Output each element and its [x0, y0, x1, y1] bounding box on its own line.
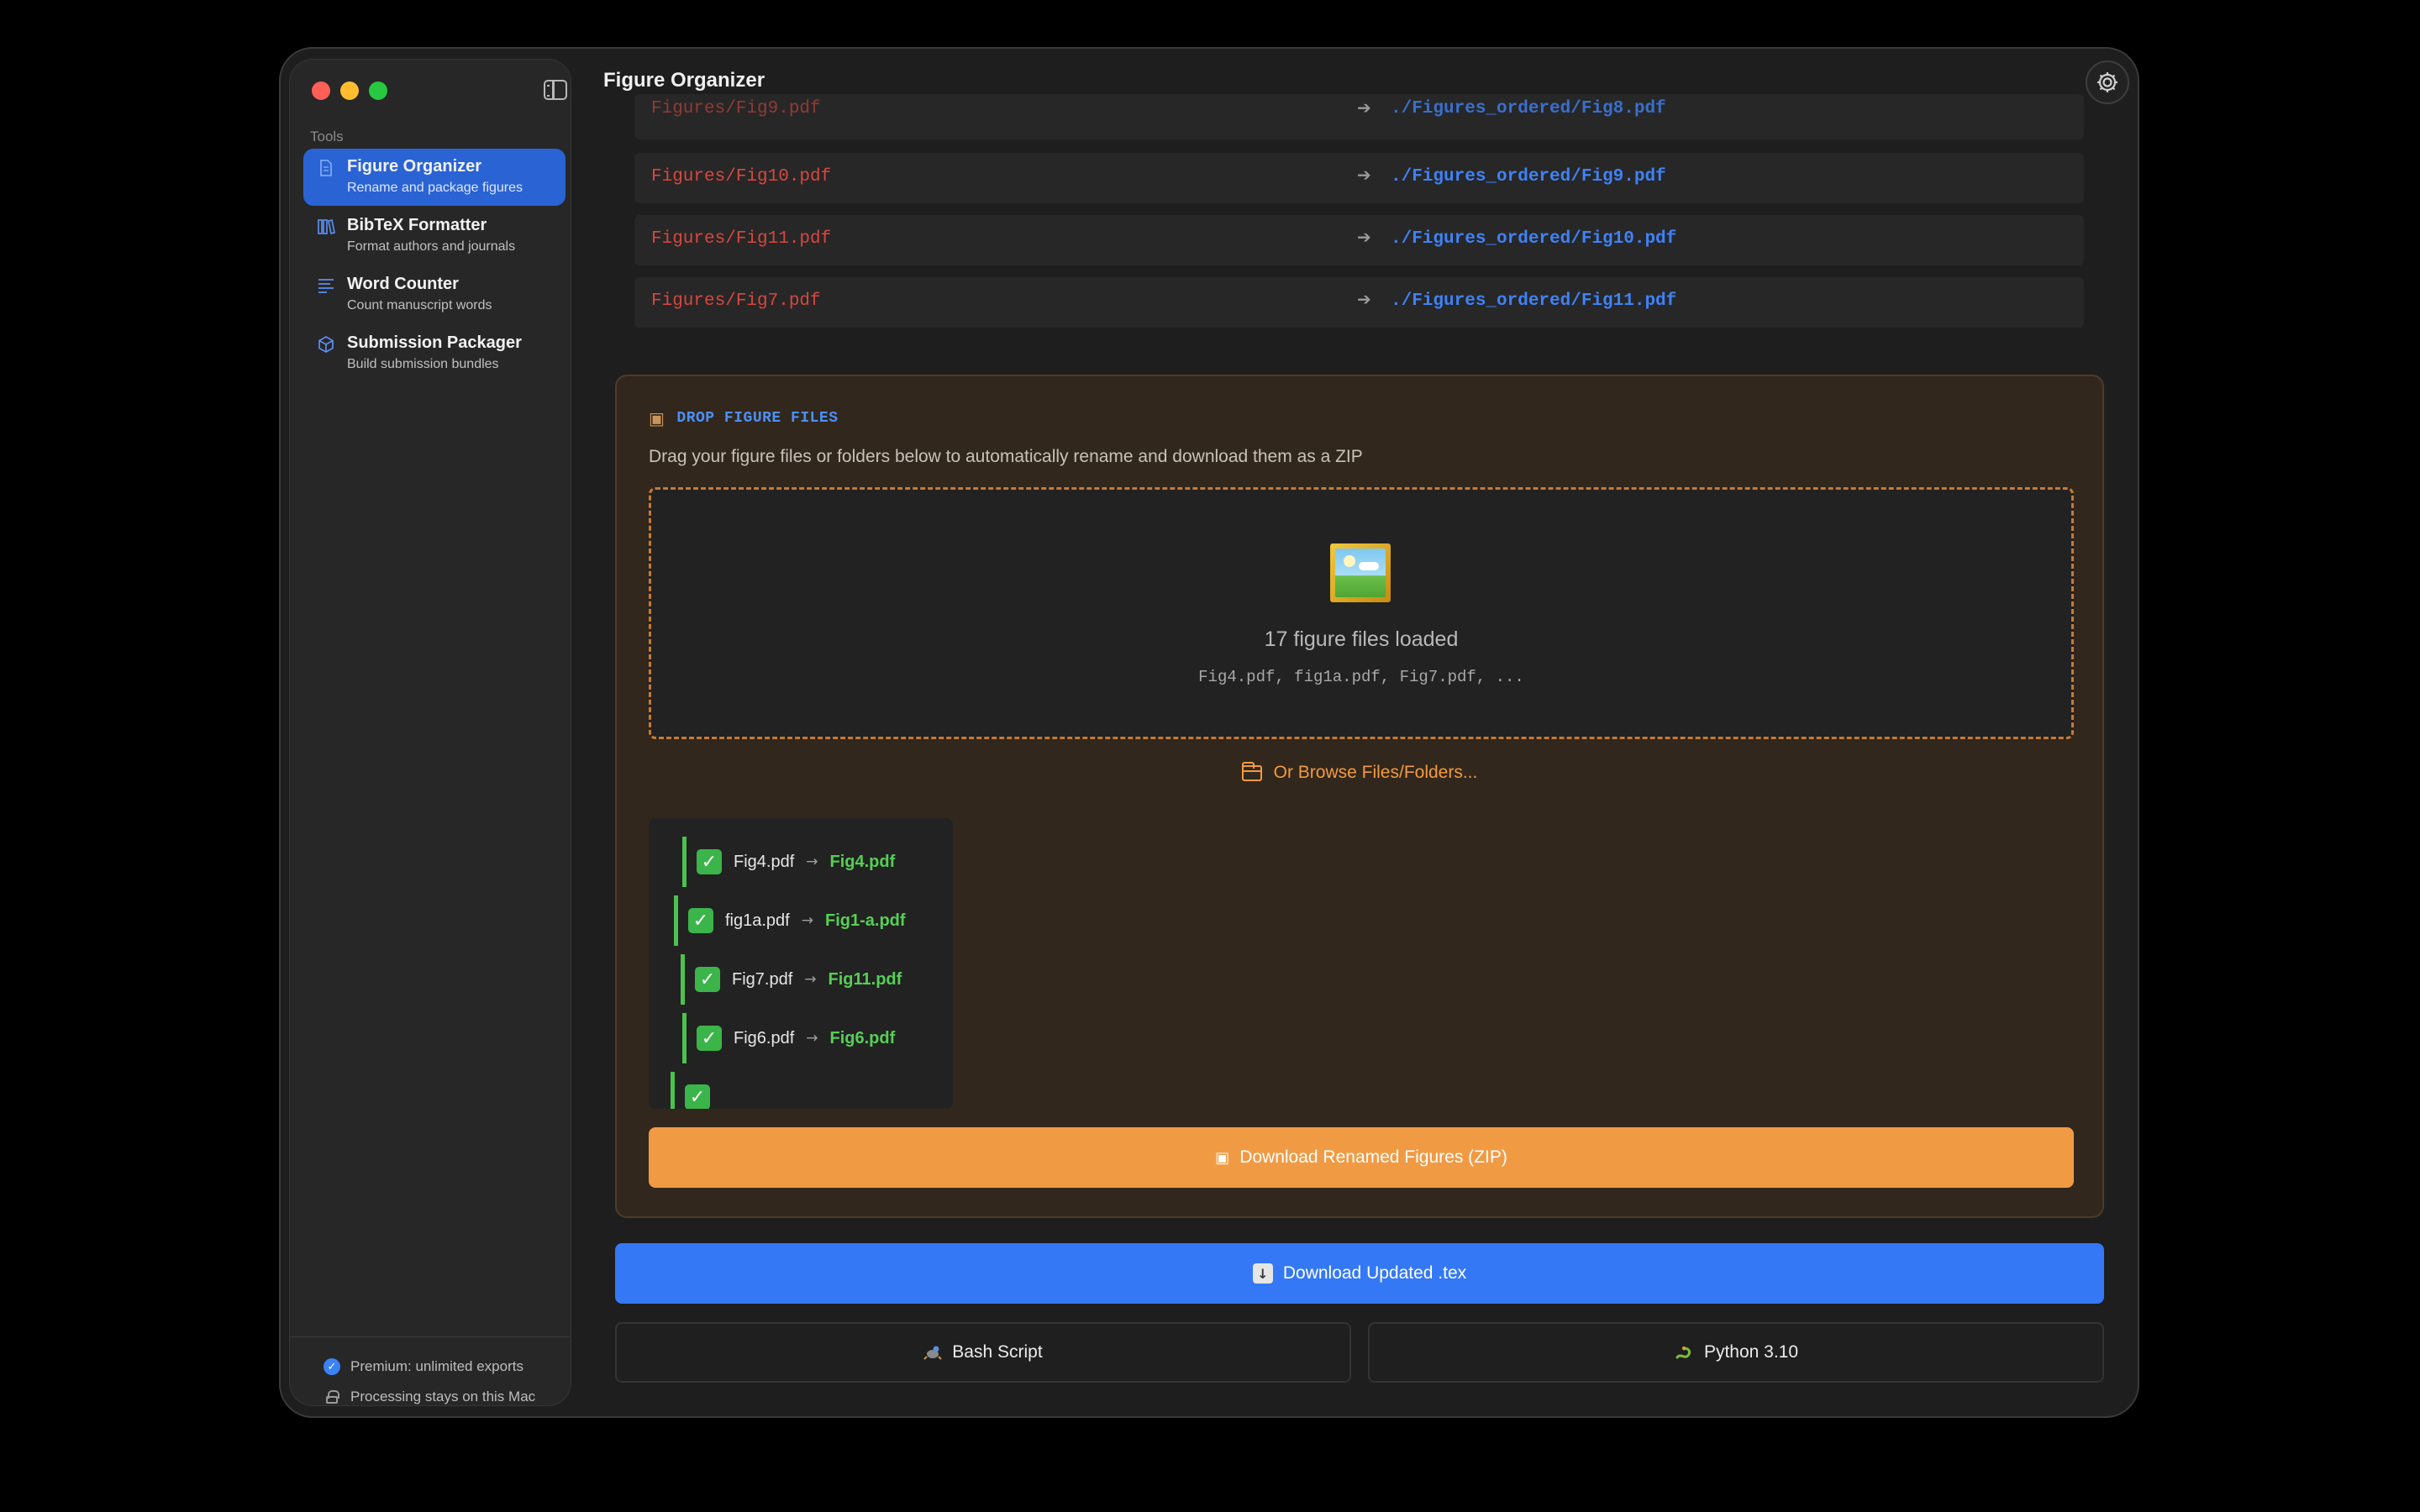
- text-lines-icon: [318, 279, 334, 293]
- gear-icon: [2097, 72, 2118, 92]
- premium-status-text: Premium: unlimited exports: [350, 1358, 523, 1374]
- sidebar-item-subtitle: Rename and package figures: [347, 181, 523, 195]
- sidebar-toggle-icon[interactable]: [544, 80, 567, 100]
- browse-files-link[interactable]: Or Browse Files/Folders...: [617, 761, 2102, 783]
- folder-icon: [1241, 761, 1262, 781]
- zoom-window-button[interactable]: [369, 81, 387, 100]
- settings-button[interactable]: [2086, 60, 2129, 104]
- books-icon: [318, 218, 335, 235]
- drop-heading-text: DROP FIGURE FILES: [676, 410, 839, 427]
- privacy-note: Processing stays on this Mac: [324, 1389, 535, 1405]
- arrow-icon: ➔: [1357, 165, 1371, 185]
- list-item: ✓ Fig4.pdf → Fig4.pdf: [682, 837, 895, 887]
- list-item: ✓: [671, 1072, 710, 1109]
- bash-script-label: Bash Script: [952, 1342, 1043, 1362]
- download-tex-button[interactable]: ↓ Download Updated .tex: [615, 1243, 2104, 1304]
- close-window-button[interactable]: [312, 81, 330, 100]
- download-arrow-icon: ↓: [1252, 1263, 1273, 1284]
- sidebar-section-label: Tools: [310, 129, 344, 144]
- sidebar-item-word-counter[interactable]: Word Counter Count manuscript words: [303, 266, 566, 323]
- list-item: ✓ Fig6.pdf → Fig6.pdf: [682, 1013, 895, 1063]
- mapping-row: Figures/Fig7.pdf ➔ ./Figures_ordered/Fig…: [634, 277, 2084, 328]
- target-path: ./Figures_ordered/Fig9.pdf: [1391, 167, 1666, 186]
- sidebar-item-subtitle: Count manuscript words: [347, 298, 492, 312]
- bash-icon: [923, 1346, 943, 1360]
- arrow-icon: →: [806, 853, 818, 870]
- arrow-icon: →: [806, 1030, 818, 1047]
- browse-files-label: Or Browse Files/Folders...: [1273, 763, 1478, 782]
- renamed-filename: Fig11.pdf: [828, 969, 902, 989]
- mapping-row: Figures/Fig10.pdf ➔ ./Figures_ordered/Fi…: [634, 153, 2084, 203]
- check-mark-icon: ✓: [695, 967, 720, 992]
- download-tex-label: Download Updated .tex: [1282, 1263, 1467, 1283]
- file-dropzone[interactable]: 17 figure files loaded Fig4.pdf, fig1a.p…: [649, 487, 2074, 739]
- original-filename: Fig4.pdf: [734, 852, 795, 871]
- sidebar-item-title: BibTeX Formatter: [347, 216, 487, 234]
- arrow-icon: ➔: [1357, 97, 1371, 118]
- rename-results-list[interactable]: ✓ Fig4.pdf → Fig4.pdf ✓ fig1a.pdf → Fig1…: [649, 818, 953, 1109]
- arrow-icon: →: [801, 912, 813, 929]
- sidebar-item-subtitle: Build submission bundles: [347, 357, 499, 371]
- check-mark-icon: ✓: [697, 1026, 722, 1051]
- original-filename: Fig7.pdf: [732, 969, 793, 989]
- arrow-icon: →: [804, 971, 817, 988]
- python-script-button[interactable]: Python 3.10: [1368, 1322, 2104, 1383]
- sidebar-item-figure-organizer[interactable]: Figure Organizer Rename and package figu…: [303, 149, 566, 206]
- loaded-files-preview: Fig4.pdf, fig1a.pdf, Fig7.pdf, ...: [1198, 668, 1524, 686]
- minimize-window-button[interactable]: [340, 81, 359, 100]
- verified-check-icon: ✓: [324, 1358, 340, 1375]
- download-zip-label: Download Renamed Figures (ZIP): [1239, 1147, 1507, 1167]
- mapping-row: Figures/Fig9.pdf ➔ ./Figures_ordered/Fig…: [634, 94, 2084, 139]
- sidebar-item-title: Word Counter: [347, 275, 459, 293]
- target-path: ./Figures_ordered/Fig8.pdf: [1391, 99, 1666, 118]
- check-mark-icon: ✓: [688, 908, 713, 933]
- list-item: ✓ fig1a.pdf → Fig1-a.pdf: [674, 895, 906, 946]
- sidebar-divider: [290, 1336, 571, 1337]
- sidebar-item-submission-packager[interactable]: Submission Packager Build submission bun…: [303, 325, 566, 382]
- sidebar-item-title: Figure Organizer: [347, 157, 482, 176]
- snake-icon: [1676, 1346, 1691, 1359]
- python-script-label: Python 3.10: [1703, 1342, 1799, 1362]
- package-icon: ▣: [649, 408, 666, 428]
- app-window: Tools Figure Organizer Rename and packag…: [279, 47, 2139, 1418]
- renamed-filename: Fig4.pdf: [829, 852, 896, 871]
- original-filename: fig1a.pdf: [725, 911, 790, 930]
- window-title: Figure Organizer: [603, 69, 765, 92]
- target-path: ./Figures_ordered/Fig10.pdf: [1391, 229, 1677, 249]
- original-filename: Fig6.pdf: [734, 1028, 795, 1047]
- loaded-count-text: 17 figure files loaded: [1264, 627, 1459, 651]
- cube-icon: [318, 336, 334, 353]
- lock-icon: [326, 1390, 339, 1404]
- source-path: Figures/Fig11.pdf: [651, 229, 832, 249]
- source-path: Figures/Fig7.pdf: [651, 291, 821, 311]
- drop-figure-panel: ▣ DROP FIGURE FILES Drag your figure fil…: [615, 375, 2104, 1218]
- bash-script-button[interactable]: Bash Script: [615, 1322, 1351, 1383]
- privacy-note-text: Processing stays on this Mac: [350, 1389, 536, 1404]
- arrow-icon: ➔: [1357, 227, 1371, 247]
- renamed-filename: Fig6.pdf: [829, 1028, 896, 1047]
- framed-picture-icon: [1330, 543, 1391, 602]
- sidebar-item-bibtex-formatter[interactable]: BibTeX Formatter Format authors and jour…: [303, 207, 566, 265]
- check-mark-icon: ✓: [685, 1084, 710, 1109]
- document-icon: [320, 160, 332, 176]
- package-icon: ▣: [1215, 1148, 1230, 1167]
- sidebar-item-title: Submission Packager: [347, 333, 522, 352]
- mapping-row: Figures/Fig11.pdf ➔ ./Figures_ordered/Fi…: [634, 215, 2084, 265]
- check-mark-icon: ✓: [697, 849, 722, 874]
- drop-panel-heading: ▣ DROP FIGURE FILES: [649, 408, 839, 428]
- sidebar-item-subtitle: Format authors and journals: [347, 239, 516, 254]
- source-path: Figures/Fig9.pdf: [651, 99, 821, 118]
- list-item: ✓ Fig7.pdf → Fig11.pdf: [681, 954, 902, 1005]
- download-zip-button[interactable]: ▣ Download Renamed Figures (ZIP): [649, 1127, 2074, 1188]
- premium-status: ✓ Premium: unlimited exports: [324, 1358, 523, 1375]
- target-path: ./Figures_ordered/Fig11.pdf: [1391, 291, 1677, 311]
- source-path: Figures/Fig10.pdf: [651, 167, 832, 186]
- arrow-icon: ➔: [1357, 289, 1371, 309]
- sidebar: Tools Figure Organizer Rename and packag…: [289, 59, 571, 1406]
- drop-description: Drag your figure files or folders below …: [649, 447, 1363, 466]
- renamed-filename: Fig1-a.pdf: [824, 911, 906, 930]
